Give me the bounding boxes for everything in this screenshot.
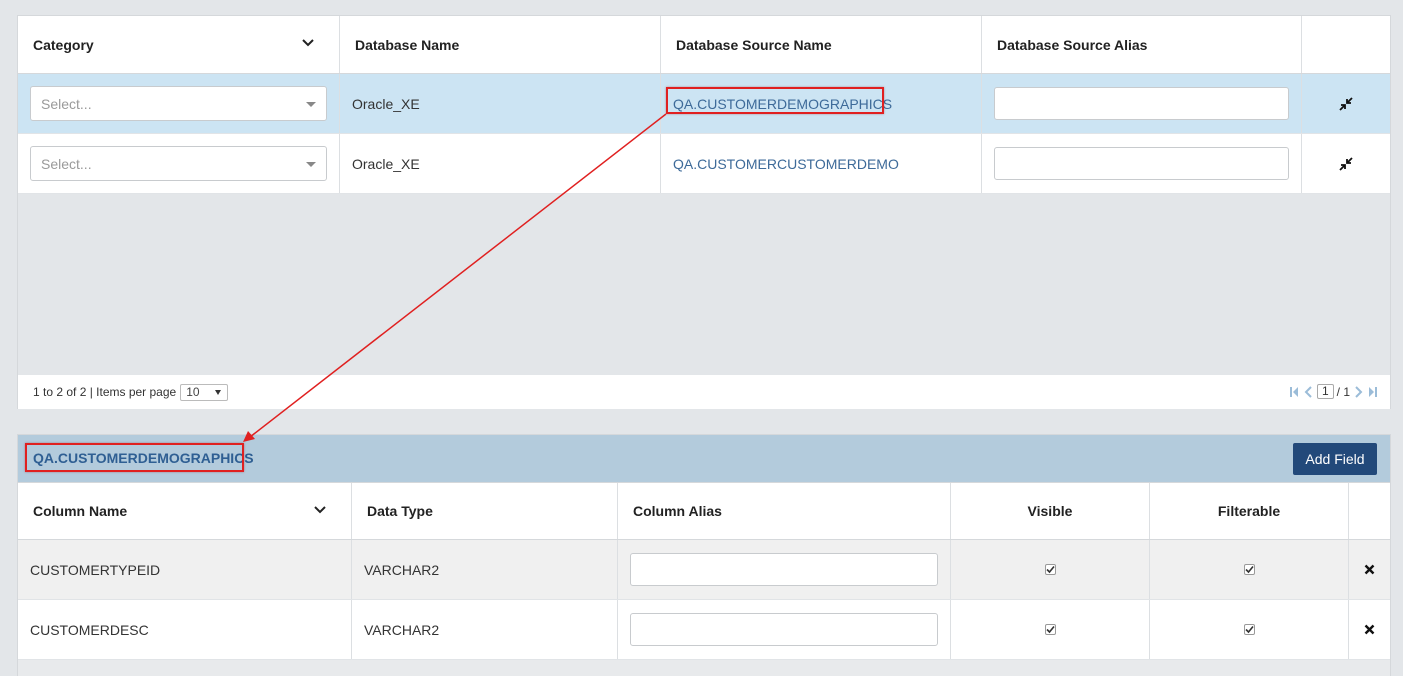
column-name: CUSTOMERTYPEID [30,561,161,578]
visible-cell [951,600,1150,659]
visible-checkbox[interactable] [1044,624,1056,635]
column-alias-cell [618,600,951,659]
header-database-source-name-label: Database Source Name [676,36,832,53]
database-source-name-cell: QA.CUSTOMERCUSTOMERDEMO [661,134,982,193]
database-source-name-cell: QA.CUSTOMERDEMOGRAPHICS [661,74,982,133]
data-type-cell: VARCHAR2 [352,600,618,659]
data-type-cell: VARCHAR2 [352,540,618,599]
category-select[interactable]: Select... [30,146,327,181]
columns-header: Column Name Data Type Column Alias Visib… [18,482,1390,540]
first-page-icon[interactable] [1289,385,1300,399]
header-visible: Visible [951,483,1150,539]
caret-down-icon [215,389,222,395]
visible-checkbox[interactable] [1044,564,1056,575]
category-select[interactable]: Select... [30,86,327,121]
remove-cell [1349,600,1390,659]
caret-down-icon [306,102,316,107]
category-select-placeholder: Select... [41,95,92,112]
pager: 1 / 1 [1289,384,1378,399]
table-row: CUSTOMERDESC VARCHAR2 [18,600,1390,660]
header-column-alias-label: Column Alias [633,503,722,519]
caret-down-icon [306,162,316,167]
total-pages: / 1 [1336,384,1350,399]
alias-cell [982,74,1302,133]
header-data-type-label: Data Type [367,503,433,519]
header-data-type: Data Type [352,483,618,539]
header-column-name-label: Column Name [33,503,128,519]
remove-cell [1349,540,1390,599]
column-alias-input[interactable] [630,553,938,586]
header-remove [1349,483,1390,539]
filterable-cell [1150,600,1349,659]
compress-icon[interactable] [1339,96,1353,111]
database-sources-grid: Category Database Name Database Source N… [17,15,1391,409]
header-filterable-label: Filterable [1217,503,1281,519]
chevron-down-icon[interactable] [301,36,315,50]
compress-icon[interactable] [1339,156,1353,171]
database-name-cell: Oracle_XE [340,134,661,193]
header-database-source-alias-label: Database Source Alias [997,36,1148,53]
header-filterable: Filterable [1150,483,1349,539]
header-actions [1302,16,1390,73]
column-alias-input[interactable] [630,613,938,646]
header-category-label: Category [33,36,94,53]
paging-summary: 1 to 2 of 2 | Items per page [33,385,177,399]
header-database-source-alias: Database Source Alias [982,16,1302,73]
selected-source-title: QA.CUSTOMERDEMOGRAPHICS [33,450,254,466]
chevron-down-icon[interactable] [313,503,327,517]
actions-cell [1302,74,1390,133]
data-type: VARCHAR2 [364,561,440,578]
column-name-cell: CUSTOMERDESC [18,600,352,659]
header-database-name: Database Name [340,16,661,73]
database-source-alias-input[interactable] [994,87,1289,120]
table-row: CUSTOMERTYPEID VARCHAR2 [18,540,1390,600]
checkmark-icon [1045,565,1055,574]
header-column-name[interactable]: Column Name [18,483,352,539]
current-page-input[interactable]: 1 [1316,384,1334,399]
items-per-page-value: 10 [186,385,200,399]
items-per-page-select[interactable]: 10 [180,383,229,401]
close-icon[interactable] [1364,624,1375,635]
filterable-cell [1150,540,1349,599]
actions-cell [1302,134,1390,193]
table-row[interactable]: Select... Oracle_XE QA.CUSTOMERCUSTOMERD… [18,134,1390,194]
database-name-cell: Oracle_XE [340,74,661,133]
category-select-placeholder: Select... [41,155,92,172]
category-cell: Select... [18,74,340,133]
column-name: CUSTOMERDESC [30,621,149,638]
header-visible-label: Visible [1027,503,1073,519]
checkmark-icon [1244,565,1254,574]
header-database-name-label: Database Name [355,36,460,53]
columns-grid: QA.CUSTOMERDEMOGRAPHICS Add Field Column… [17,434,1391,676]
database-source-alias-input[interactable] [994,147,1289,180]
header-column-alias: Column Alias [618,483,951,539]
last-page-icon[interactable] [1367,385,1378,399]
database-source-name-link[interactable]: QA.CUSTOMERCUSTOMERDEMO [661,156,899,172]
alias-cell [982,134,1302,193]
columns-title-bar: QA.CUSTOMERDEMOGRAPHICS Add Field [18,435,1390,482]
category-cell: Select... [18,134,340,193]
data-type: VARCHAR2 [364,621,440,638]
visible-cell [951,540,1150,599]
column-name-cell: CUSTOMERTYPEID [18,540,352,599]
next-page-icon[interactable] [1353,385,1364,399]
database-name: Oracle_XE [352,155,420,172]
column-alias-cell [618,540,951,599]
grid-header: Category Database Name Database Source N… [18,16,1390,74]
database-source-name-link[interactable]: QA.CUSTOMERDEMOGRAPHICS [661,96,892,112]
checkmark-icon [1045,625,1055,634]
header-database-source-name: Database Source Name [661,16,982,73]
table-row[interactable]: Select... Oracle_XE QA.CUSTOMERDEMOGRAPH… [18,74,1390,134]
add-field-button[interactable]: Add Field [1293,443,1377,475]
filterable-checkbox[interactable] [1243,564,1255,575]
close-icon[interactable] [1364,564,1375,575]
header-category[interactable]: Category [18,16,340,73]
checkmark-icon [1244,625,1254,634]
prev-page-icon[interactable] [1303,385,1314,399]
grid-footer: 1 to 2 of 2 | Items per page 10 1 / 1 [18,375,1390,409]
database-name: Oracle_XE [352,95,420,112]
filterable-checkbox[interactable] [1243,624,1255,635]
